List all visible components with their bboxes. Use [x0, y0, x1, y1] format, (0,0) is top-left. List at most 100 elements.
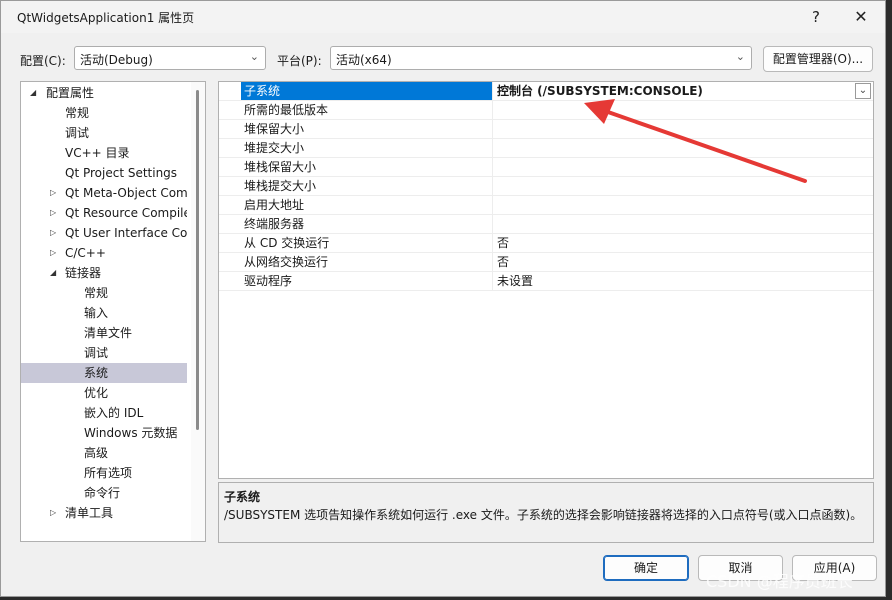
expand-arrow-icon[interactable]: ◢ — [30, 83, 40, 103]
property-value[interactable]: 否 — [494, 234, 854, 252]
tree-item-vc-directories[interactable]: VC++ 目录 — [21, 143, 187, 163]
expand-arrow-icon[interactable]: ▷ — [50, 223, 60, 243]
property-value[interactable]: 否 — [494, 253, 854, 271]
tree-item-label: 高级 — [84, 446, 109, 460]
property-row-swap-run-cd[interactable]: 从 CD 交换运行 否 — [219, 234, 873, 253]
tree-item-linker-optimization[interactable]: 优化 — [21, 383, 187, 403]
config-label: 配置(C): — [20, 54, 66, 68]
tree-item-label: 常规 — [84, 286, 109, 300]
property-row-terminal-server[interactable]: 终端服务器 — [219, 215, 873, 234]
title-bar: QtWidgetsApplication1 属性页 ? ✕ — [1, 1, 885, 33]
property-value[interactable] — [494, 158, 854, 176]
tree-item-debugging[interactable]: 调试 — [21, 123, 187, 143]
property-value[interactable] — [494, 120, 854, 138]
property-value[interactable] — [494, 215, 854, 233]
config-select-value: 活动(Debug) — [80, 53, 153, 67]
property-row-heap-reserve[interactable]: 堆保留大小 — [219, 120, 873, 139]
ok-button[interactable]: 确定 — [603, 555, 689, 581]
tree-item-qt-uic[interactable]: ▷ Qt User Interface Co — [21, 223, 187, 243]
tree-item-label: 优化 — [84, 386, 109, 400]
property-name: 堆栈保留大小 — [241, 158, 493, 176]
property-row-driver[interactable]: 驱动程序 未设置 — [219, 272, 873, 291]
tree-item-label: Qt Project Settings — [65, 166, 178, 180]
tree-item-label: Qt Meta-Object Com — [65, 186, 187, 200]
tree-item-manifest-tool[interactable]: ▷ 清单工具 — [21, 503, 187, 523]
property-pages-dialog: QtWidgetsApplication1 属性页 ? ✕ 配置(C): 活动(… — [0, 0, 886, 597]
property-row-min-version[interactable]: 所需的最低版本 — [219, 101, 873, 120]
property-row-subsystem[interactable]: 子系统 控制台 (/SUBSYSTEM:CONSOLE) ⌄ — [219, 82, 873, 101]
tree-scrollbar[interactable] — [191, 82, 205, 541]
property-row-stack-reserve[interactable]: 堆栈保留大小 — [219, 158, 873, 177]
chevron-down-icon[interactable]: ⌄ — [855, 83, 871, 99]
tree-item-label: 系统 — [84, 366, 109, 380]
property-row-swap-run-net[interactable]: 从网络交换运行 否 — [219, 253, 873, 272]
description-title: 子系统 — [224, 490, 261, 504]
platform-label: 平台(P): — [277, 54, 322, 68]
tree-item-linker-general[interactable]: 常规 — [21, 283, 187, 303]
help-icon[interactable]: ? — [801, 5, 831, 29]
platform-select-value: 活动(x64) — [336, 53, 392, 67]
property-value[interactable] — [494, 196, 854, 214]
tree-item-label: 所有选项 — [84, 466, 133, 480]
tree-item-label: 链接器 — [65, 266, 102, 280]
chevron-down-icon: ⌄ — [249, 50, 259, 63]
tree-item-label: 清单文件 — [84, 326, 133, 340]
tree-item-linker-command-line[interactable]: 命令行 — [21, 483, 187, 503]
tree-item-linker[interactable]: ◢ 链接器 — [21, 263, 187, 283]
tree-item-label: 命令行 — [84, 486, 121, 500]
property-name: 从网络交换运行 — [241, 253, 493, 271]
tree-item-label: VC++ 目录 — [65, 146, 130, 160]
property-name: 所需的最低版本 — [241, 101, 493, 119]
tree-item-general[interactable]: 常规 — [21, 103, 187, 123]
property-value[interactable] — [494, 139, 854, 157]
property-value[interactable]: 控制台 (/SUBSYSTEM:CONSOLE) — [494, 82, 854, 100]
expand-arrow-icon[interactable]: ◢ — [50, 263, 60, 283]
config-select[interactable]: 活动(Debug) ⌄ — [74, 46, 266, 70]
tree-item-linker-all-options[interactable]: 所有选项 — [21, 463, 187, 483]
tree-item-label: 嵌入的 IDL — [84, 406, 144, 420]
watermark: CSDN @程序员班长 — [706, 572, 853, 591]
tree-item-linker-advanced[interactable]: 高级 — [21, 443, 187, 463]
tree-item-qt-project-settings[interactable]: Qt Project Settings — [21, 163, 187, 183]
tree-item-label: 输入 — [84, 306, 109, 320]
expand-arrow-icon[interactable]: ▷ — [50, 203, 60, 223]
tree-item-linker-windows-metadata[interactable]: Windows 元数据 — [21, 423, 187, 443]
expand-arrow-icon[interactable]: ▷ — [50, 183, 60, 203]
property-name: 堆提交大小 — [241, 139, 493, 157]
tree-item-linker-embedded-idl[interactable]: 嵌入的 IDL — [21, 403, 187, 423]
tree-scrollbar-thumb[interactable] — [196, 90, 199, 430]
property-value[interactable]: 未设置 — [494, 272, 854, 290]
property-name: 启用大地址 — [241, 196, 493, 214]
configuration-manager-button[interactable]: 配置管理器(O)... — [763, 46, 873, 72]
property-name: 堆栈提交大小 — [241, 177, 493, 195]
description-text: /SUBSYSTEM 选项告知操作系统如何运行 .exe 文件。子系统的选择会影… — [224, 508, 863, 522]
tree-item-label: 调试 — [65, 126, 90, 140]
tree-item-qt-moc[interactable]: ▷ Qt Meta-Object Com — [21, 183, 187, 203]
property-name: 终端服务器 — [241, 215, 493, 233]
tree-item-label: C/C++ — [65, 246, 106, 260]
tree-item-label: 清单工具 — [65, 506, 114, 520]
expand-arrow-icon[interactable]: ▷ — [50, 503, 60, 523]
property-value[interactable] — [494, 101, 854, 119]
property-name: 驱动程序 — [241, 272, 493, 290]
tree-item-linker-debugging[interactable]: 调试 — [21, 343, 187, 363]
tree-item-config-properties[interactable]: ◢ 配置属性 — [21, 83, 187, 103]
property-row-heap-commit[interactable]: 堆提交大小 — [219, 139, 873, 158]
tree-item-label: 配置属性 — [46, 86, 95, 100]
platform-select[interactable]: 活动(x64) ⌄ — [330, 46, 752, 70]
window-title: QtWidgetsApplication1 属性页 — [17, 11, 195, 25]
tree-item-linker-manifest[interactable]: 清单文件 — [21, 323, 187, 343]
tree-item-qt-rcc[interactable]: ▷ Qt Resource Compile — [21, 203, 187, 223]
property-name: 从 CD 交换运行 — [241, 234, 493, 252]
tree-item-linker-input[interactable]: 输入 — [21, 303, 187, 323]
property-value[interactable] — [494, 177, 854, 195]
property-row-large-address[interactable]: 启用大地址 — [219, 196, 873, 215]
tree-item-label: Qt User Interface Co — [65, 226, 187, 240]
close-icon[interactable]: ✕ — [846, 5, 876, 29]
expand-arrow-icon[interactable]: ▷ — [50, 243, 60, 263]
tree-item-label: 调试 — [84, 346, 109, 360]
tree-item-label: 常规 — [65, 106, 90, 120]
property-row-stack-commit[interactable]: 堆栈提交大小 — [219, 177, 873, 196]
tree-item-c-cpp[interactable]: ▷ C/C++ — [21, 243, 187, 263]
tree-item-linker-system[interactable]: 系统 — [21, 363, 187, 383]
